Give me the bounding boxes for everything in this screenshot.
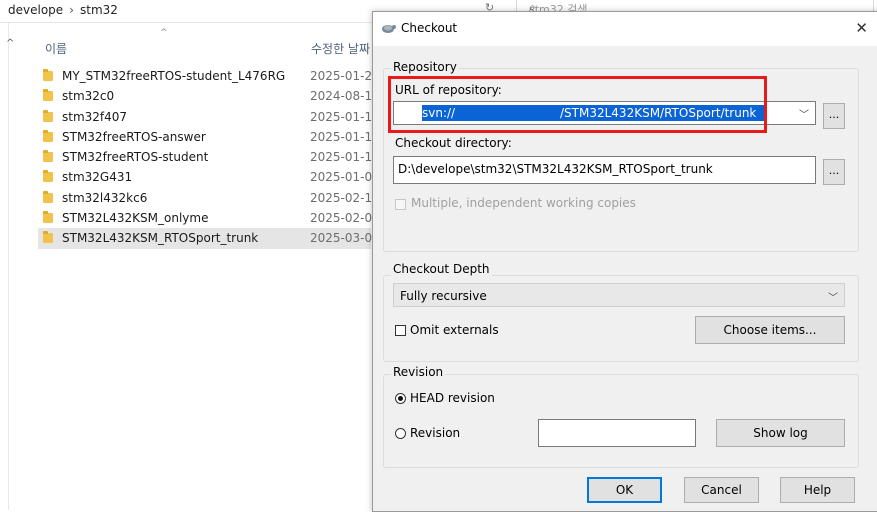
dialog-title: Checkout [401, 21, 458, 35]
omit-externals-checkbox[interactable] [395, 325, 406, 336]
revision-input[interactable] [538, 419, 696, 447]
folder-icon [43, 170, 53, 183]
multiple-copies-checkbox[interactable] [395, 199, 406, 210]
file-date: 2025-01-13 [310, 109, 380, 124]
file-row[interactable]: STM32freeRTOS-answer 2025-01-13 [38, 127, 380, 147]
annotation-highlight-box [388, 76, 767, 133]
browse-directory-button[interactable]: ... [823, 159, 845, 185]
breadcrumb-stm32[interactable]: stm32 [80, 3, 118, 17]
file-name: STM32freeRTOS-answer [62, 129, 206, 144]
show-log-button[interactable]: Show log [716, 419, 845, 447]
revision-label: Revision [410, 426, 461, 440]
omit-externals-label: Omit externals [410, 323, 499, 337]
file-date: 2025-01-05 [310, 170, 380, 185]
checkout-depth-select[interactable]: Fully recursive ﹀ [393, 283, 845, 307]
file-date: 2025-01-23 [310, 69, 380, 83]
file-row[interactable]: STM32L432KSM_RTOSport_trunk 2025-03-01 [38, 228, 380, 249]
folder-icon [43, 89, 53, 102]
folder-icon [43, 129, 53, 142]
sort-caret-icon: ^ [160, 28, 168, 38]
file-row[interactable]: stm32c0 2024-08-17 [38, 86, 380, 106]
folder-icon [43, 109, 53, 122]
revision-group-label: Revision [391, 365, 446, 379]
file-name: stm32f407 [62, 109, 128, 124]
cancel-button[interactable]: Cancel [684, 477, 759, 503]
column-header-name[interactable]: 이름 [45, 40, 67, 57]
file-date: 2025-01-13 [310, 129, 380, 144]
checkout-directory-input[interactable]: D:\develope\stm32\STM32L432KSM_RTOSport_… [393, 156, 816, 184]
file-row[interactable]: stm32G431 2025-01-05 [38, 167, 380, 187]
file-name: stm32G431 [62, 170, 133, 185]
close-icon[interactable]: ✕ [855, 19, 868, 37]
chevron-down-icon: ﹀ [828, 293, 838, 304]
help-button[interactable]: Help [780, 477, 855, 503]
folder-icon [43, 69, 53, 81]
dialog-titlebar[interactable]: Checkout ✕ [373, 12, 877, 46]
file-list: MY_STM32freeRTOS-student_L476RG 2025-01-2… [38, 66, 380, 249]
file-name: MY_STM32freeRTOS-student_L476RG [62, 69, 286, 83]
checkout-depth-group-label: Checkout Depth [391, 262, 492, 276]
file-name: STM32L432KSM_RTOSport_trunk [62, 231, 259, 246]
file-row[interactable]: STM32L432KSM_onlyme 2025-02-05 [38, 208, 380, 228]
revision-radio[interactable] [395, 428, 406, 439]
file-date: 2024-08-17 [310, 89, 380, 104]
chevron-right-icon: › [69, 3, 74, 17]
file-date: 2025-02-05 [310, 211, 380, 226]
file-name: stm32c0 [62, 89, 115, 104]
multiple-copies-label: Multiple, independent working copies [411, 196, 636, 210]
file-row[interactable]: stm32f407 2025-01-13 [38, 107, 380, 127]
browse-url-button[interactable]: ... [823, 103, 845, 129]
file-date: 2025-02-11 [310, 190, 380, 205]
ok-button[interactable]: OK [587, 477, 662, 503]
tortoise-icon [382, 25, 396, 33]
folder-icon [43, 190, 53, 203]
collapse-up-icon[interactable]: ^ [6, 38, 14, 49]
breadcrumb: develope › stm32 [8, 3, 118, 17]
file-name: STM32L432KSM_onlyme [62, 211, 209, 226]
chevron-down-icon[interactable]: ﹀ [799, 106, 809, 121]
breadcrumb-develope[interactable]: develope [8, 3, 63, 17]
nav-pane-edge[interactable] [0, 23, 9, 510]
head-revision-radio[interactable] [395, 393, 406, 404]
repository-group-label: Repository [391, 60, 459, 74]
file-row[interactable]: stm32l432kc6 2025-02-11 [38, 188, 380, 208]
choose-items-button[interactable]: Choose items... [695, 316, 845, 344]
file-date: 2025-03-01 [310, 231, 380, 246]
file-date: 2025-01-13 [310, 150, 380, 165]
head-revision-label: HEAD revision [410, 391, 495, 405]
file-name: stm32l432kc6 [62, 190, 148, 205]
checkout-depth-value: Fully recursive [400, 289, 487, 303]
folder-icon [43, 211, 53, 224]
folder-icon [43, 150, 53, 163]
file-row[interactable]: MY_STM32freeRTOS-student_L476RG 2025-01-2… [38, 66, 380, 86]
file-row[interactable]: STM32freeRTOS-student 2025-01-13 [38, 147, 380, 167]
column-header-date[interactable]: 수정한 날짜 [311, 40, 370, 57]
file-name: STM32freeRTOS-student [62, 150, 209, 165]
folder-icon [43, 231, 53, 244]
checkout-directory-label: Checkout directory: [395, 136, 512, 150]
